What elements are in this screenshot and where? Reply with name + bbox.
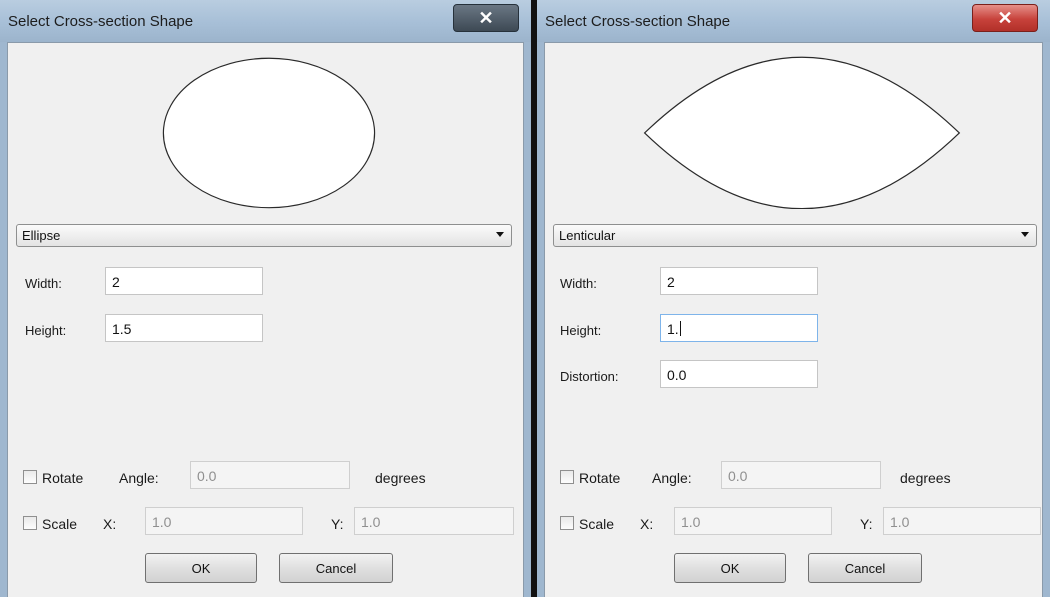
text-caret [679, 321, 681, 336]
height-field[interactable]: 1. [660, 314, 818, 342]
height-label: Height: [25, 323, 67, 338]
scale-checkbox[interactable] [23, 516, 37, 530]
cancel-button[interactable]: Cancel [279, 553, 393, 583]
ok-button[interactable]: OK [145, 553, 257, 583]
height-label: Height: [560, 323, 602, 338]
rotate-label: Rotate [579, 470, 621, 486]
distortion-label: Distortion: [560, 369, 619, 384]
shape-select-value: Lenticular [559, 228, 616, 243]
distortion-field[interactable]: 0.0 [660, 360, 818, 388]
shape-preview [10, 47, 521, 209]
dialog-body: Lenticular Width: 2 Height: 1. Distortio… [544, 42, 1043, 597]
width-label: Width: [25, 276, 62, 291]
dialog-body: Ellipse Width: 2 Height: 1.5 Rotate Angl… [7, 42, 524, 597]
lenticular-dialog: Select Cross-section Shape ✕ Lenticular … [537, 0, 1050, 597]
cancel-button[interactable]: Cancel [808, 553, 922, 583]
shape-select[interactable]: Lenticular [553, 224, 1037, 247]
close-button[interactable]: ✕ [972, 4, 1038, 32]
scale-x-field[interactable]: 1.0 [674, 507, 832, 535]
angle-label: Angle: [652, 470, 692, 486]
rotate-label: Rotate [42, 470, 84, 486]
dialog-title: Select Cross-section Shape [8, 13, 194, 30]
angle-field[interactable]: 0.0 [190, 461, 350, 489]
scale-x-field[interactable]: 1.0 [145, 507, 303, 535]
scale-y-label: Y: [860, 516, 873, 532]
rotate-checkbox[interactable] [23, 470, 37, 484]
scale-label: Scale [579, 516, 615, 532]
shape-preview [547, 47, 1040, 209]
width-field[interactable]: 2 [105, 267, 263, 295]
degrees-label: degrees [375, 470, 426, 486]
scale-label: Scale [42, 516, 78, 532]
scale-y-label: Y: [331, 516, 344, 532]
dialog-title: Select Cross-section Shape [545, 13, 731, 30]
scale-y-field[interactable]: 1.0 [883, 507, 1041, 535]
width-label: Width: [560, 276, 597, 291]
ok-button[interactable]: OK [674, 553, 786, 583]
chevron-down-icon [496, 232, 504, 237]
height-field-value: 1. [667, 321, 679, 337]
close-icon: ✕ [478, 7, 494, 28]
scale-checkbox[interactable] [560, 516, 574, 530]
close-icon: ✕ [997, 7, 1013, 28]
scale-x-label: X: [640, 516, 654, 532]
title-bar[interactable]: Select Cross-section Shape ✕ [537, 0, 1050, 42]
ellipse-dialog: Select Cross-section Shape ✕ Ellipse Wid… [0, 0, 531, 597]
close-button[interactable]: ✕ [453, 4, 519, 32]
rotate-checkbox[interactable] [560, 470, 574, 484]
angle-field[interactable]: 0.0 [721, 461, 881, 489]
ellipse-shape [162, 57, 376, 209]
scale-y-field[interactable]: 1.0 [354, 507, 514, 535]
scale-x-label: X: [103, 516, 117, 532]
title-bar[interactable]: Select Cross-section Shape ✕ [0, 0, 531, 42]
angle-label: Angle: [119, 470, 159, 486]
width-field[interactable]: 2 [660, 267, 818, 295]
lenticular-shape [643, 56, 961, 209]
shape-select-value: Ellipse [22, 228, 61, 243]
shape-select[interactable]: Ellipse [16, 224, 512, 247]
degrees-label: degrees [900, 470, 951, 486]
chevron-down-icon [1021, 232, 1029, 237]
height-field[interactable]: 1.5 [105, 314, 263, 342]
